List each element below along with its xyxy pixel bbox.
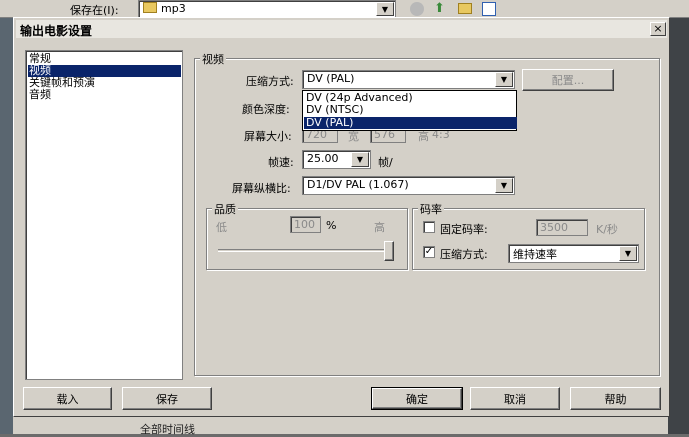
- cancel-button[interactable]: 取消: [470, 387, 560, 410]
- settings-category-list[interactable]: 常规 视频 关键帧和预演 音频: [25, 50, 183, 380]
- fixed-bitrate-field[interactable]: 3500: [536, 219, 588, 236]
- compression-checkbox[interactable]: ✓: [423, 246, 435, 258]
- chevron-down-icon[interactable]: ▼: [351, 152, 369, 167]
- configure-button[interactable]: 配置...: [522, 69, 614, 91]
- chevron-down-icon[interactable]: ▼: [376, 2, 394, 16]
- dialog-title: 输出电影设置: [20, 24, 93, 38]
- frame-rate-unit: 帧/: [378, 156, 393, 169]
- video-group-label: 视频: [200, 51, 226, 67]
- pixel-aspect-select[interactable]: D1/DV PAL (1.067) ▼: [302, 176, 515, 195]
- quality-slider-thumb[interactable]: [384, 241, 394, 261]
- back-icon[interactable]: [410, 2, 424, 16]
- bitrate-compression-value: 维持速率: [513, 248, 557, 261]
- background-panel-right: [668, 18, 689, 434]
- new-folder-icon[interactable]: [458, 3, 472, 14]
- compression-label: 压缩方式:: [246, 75, 294, 88]
- bitrate-unit-label: K/秒: [596, 223, 618, 236]
- pixel-aspect-value: D1/DV PAL (1.067): [307, 178, 409, 191]
- folder-value: mp3: [161, 2, 186, 15]
- quality-high-label: 高: [374, 221, 385, 234]
- frame-rate-label: 帧速:: [268, 156, 294, 169]
- frame-rate-select[interactable]: 25.00 ▼: [302, 150, 371, 169]
- quality-percent-label: %: [326, 219, 337, 232]
- dropdown-option-dv-pal[interactable]: DV (PAL): [304, 117, 517, 129]
- compression-value: DV (PAL): [307, 72, 355, 85]
- help-button[interactable]: 帮助: [570, 387, 661, 410]
- bitrate-compression-select[interactable]: 维持速率 ▼: [508, 244, 639, 263]
- export-movie-settings-dialog: 输出电影设置 × 常规 视频 关键帧和预演 音频 视频 压缩方式: DV (PA…: [13, 17, 670, 417]
- save-button[interactable]: 保存: [122, 387, 212, 410]
- chevron-down-icon[interactable]: ▼: [619, 246, 637, 261]
- fixed-bitrate-checkbox[interactable]: [423, 221, 435, 233]
- fixed-bitrate-label: 固定码率:: [440, 223, 488, 236]
- folder-icon: [143, 2, 157, 13]
- quality-slider-track[interactable]: [218, 249, 394, 252]
- up-folder-icon[interactable]: ⬆: [434, 2, 448, 16]
- dropdown-option-dv-ntsc[interactable]: DV (NTSC): [304, 104, 517, 116]
- save-in-label: 保存在(I):: [70, 4, 119, 17]
- quality-value-field[interactable]: 100: [290, 216, 321, 233]
- background-panel-left: [0, 18, 13, 434]
- nav-item-audio[interactable]: 音频: [28, 89, 181, 101]
- bitrate-group-label: 码率: [418, 201, 444, 217]
- pixel-aspect-label: 屏幕纵横比:: [232, 182, 291, 195]
- load-button[interactable]: 载入: [23, 387, 112, 410]
- file-dialog-toolbar: 保存在(I): mp3 ▼ ⬆: [0, 0, 689, 18]
- save-in-combo[interactable]: mp3 ▼: [138, 0, 396, 18]
- chevron-down-icon[interactable]: ▼: [495, 72, 513, 87]
- ok-button[interactable]: 确定: [371, 387, 463, 410]
- close-icon[interactable]: ×: [650, 22, 666, 36]
- compression-dropdown-list[interactable]: DV (24p Advanced) DV (NTSC) DV (PAL): [302, 90, 517, 131]
- view-menu-icon[interactable]: [482, 2, 496, 16]
- timeline-text: 全部时间线: [140, 423, 195, 436]
- color-depth-label: 颜色深度:: [242, 103, 290, 116]
- quality-group-label: 品质: [212, 201, 238, 217]
- chevron-down-icon[interactable]: ▼: [495, 178, 513, 193]
- dialog-titlebar[interactable]: 输出电影设置 ×: [16, 20, 667, 38]
- frame-size-label: 屏幕大小:: [244, 130, 292, 143]
- quality-low-label: 低: [216, 221, 227, 234]
- compression-select[interactable]: DV (PAL) ▼: [302, 70, 515, 89]
- bitrate-compression-label: 压缩方式:: [440, 248, 488, 261]
- frame-rate-value: 25.00: [307, 152, 339, 165]
